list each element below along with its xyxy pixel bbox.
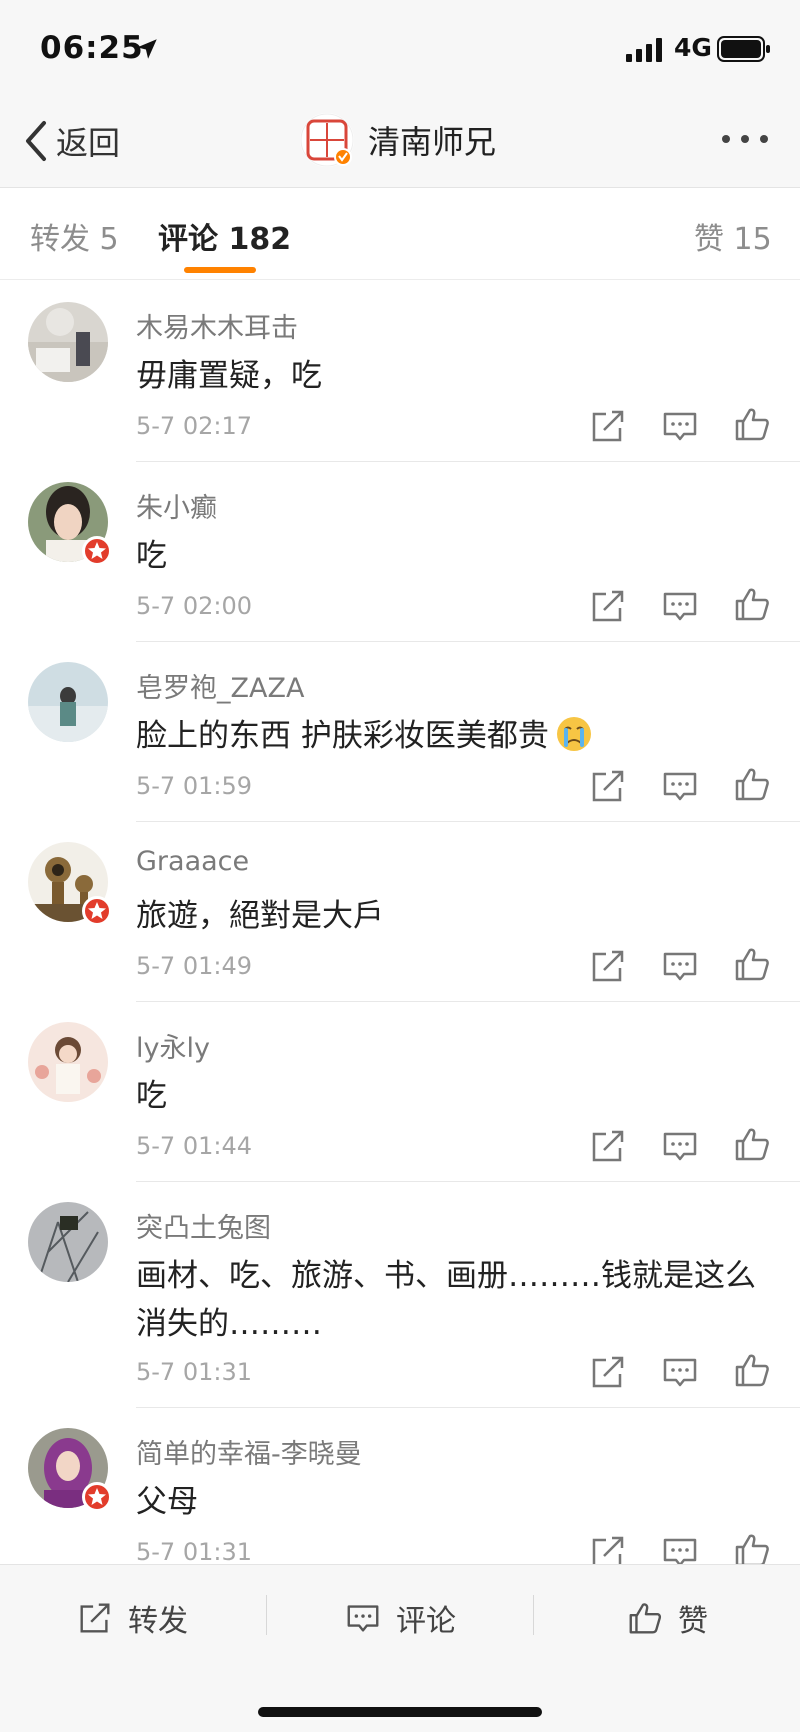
verified-badge xyxy=(82,1482,112,1512)
divider xyxy=(266,1595,267,1635)
avatar[interactable] xyxy=(28,482,112,566)
avatar[interactable] xyxy=(28,1202,108,1282)
comment-icon[interactable] xyxy=(660,946,700,986)
location-arrow-icon xyxy=(137,39,157,59)
comment-text: 脸上的东西 护肤彩妆医美都贵 xyxy=(136,712,776,760)
comment-item: Graaace 旅遊，絕對是大戶 5-7 01:49 xyxy=(0,822,800,1002)
verified-badge xyxy=(82,536,112,566)
status-time: 06:25 xyxy=(40,30,144,66)
comment-text: 吃 xyxy=(136,1078,167,1114)
bottom-repost-label: 转发 xyxy=(128,1604,188,1639)
like-icon[interactable] xyxy=(732,1350,772,1390)
comment-text: 毋庸置疑，吃 xyxy=(136,358,322,394)
avatar[interactable] xyxy=(28,842,112,926)
page-title: 清南师兄 xyxy=(368,123,497,161)
battery-icon xyxy=(717,36,770,62)
comment-author[interactable]: 木易木木耳击 xyxy=(136,306,298,345)
comment-time: 5-7 02:00 xyxy=(136,592,252,620)
bottom-comment-label: 评论 xyxy=(396,1604,456,1639)
like-icon[interactable] xyxy=(732,1124,772,1164)
like-icon xyxy=(629,1603,662,1634)
comment-author[interactable]: 简单的幸福-李晓曼 xyxy=(136,1432,362,1471)
comment-time: 5-7 01:31 xyxy=(136,1358,252,1386)
tab-bar: 转发 5 评论 182 赞 15 xyxy=(0,188,800,280)
signal-icon xyxy=(626,38,662,62)
tab-likes[interactable]: 赞 15 xyxy=(694,214,772,258)
comment-author[interactable]: Graaace xyxy=(136,846,249,877)
bottom-comment-button[interactable]: 评论 xyxy=(344,1593,456,1643)
comment-text: 父母 xyxy=(136,1484,198,1520)
repost-icon[interactable] xyxy=(588,1352,628,1392)
repost-icon[interactable] xyxy=(588,946,628,986)
tab-comments[interactable]: 评论 182 xyxy=(158,214,291,258)
comment-icon[interactable] xyxy=(660,1126,700,1166)
comment-author[interactable]: 突凸土兔图 xyxy=(136,1206,271,1245)
avatar[interactable] xyxy=(28,1022,108,1102)
comment-item: 皂罗袍_ZAZA 脸上的东西 护肤彩妆医美都贵 5-7 01:59 xyxy=(0,642,800,822)
chevron-left-icon xyxy=(26,121,46,161)
tab-active-indicator xyxy=(184,267,256,273)
repost-icon xyxy=(80,1603,110,1633)
nav-bar: 返回 清南师兄 xyxy=(0,96,800,188)
top-area: 06:25 4G 返回 清南师兄 xyxy=(0,0,800,188)
bottom-repost-button[interactable]: 转发 xyxy=(76,1593,188,1643)
bottom-like-button[interactable]: 赞 xyxy=(626,1593,708,1643)
like-icon[interactable] xyxy=(732,404,772,444)
comment-item: 突凸土兔图 画材、吃、旅游、书、画册………钱就是这么消失的……… 5-7 01:… xyxy=(0,1182,800,1408)
comment-author[interactable]: 皂罗袍_ZAZA xyxy=(136,666,304,705)
crying-emoji-icon xyxy=(556,717,591,751)
divider xyxy=(533,1595,534,1635)
network-label: 4G xyxy=(674,33,712,62)
back-button[interactable]: 返回 xyxy=(22,118,120,164)
comment-item: 木易木木耳击 毋庸置疑，吃 5-7 02:17 xyxy=(0,282,800,462)
verified-badge xyxy=(82,896,112,926)
avatar[interactable] xyxy=(28,662,108,742)
like-icon[interactable] xyxy=(732,944,772,984)
comment-icon[interactable] xyxy=(660,406,700,446)
comment-item: 简单的幸福-李晓曼 父母 5-7 01:31 xyxy=(0,1408,800,1588)
like-icon[interactable] xyxy=(732,764,772,804)
like-icon[interactable] xyxy=(732,584,772,624)
more-icon[interactable] xyxy=(718,124,772,154)
comment-text: 旅遊，絕對是大戶 xyxy=(136,898,384,934)
comment-icon xyxy=(347,1605,379,1632)
comment-text: 吃 xyxy=(136,538,167,574)
comment-item: ly永ly 吃 5-7 01:44 xyxy=(0,1002,800,1182)
repost-icon[interactable] xyxy=(588,406,628,446)
comment-icon[interactable] xyxy=(660,766,700,806)
comment-item: 朱小癫 吃 5-7 02:00 xyxy=(0,462,800,642)
home-indicator[interactable] xyxy=(258,1707,542,1717)
bottom-action-bar: 转发 评论 赞 xyxy=(0,1564,800,1732)
bottom-like-label: 赞 xyxy=(678,1604,708,1639)
comment-author[interactable]: 朱小癫 xyxy=(136,486,217,525)
seal-logo-icon xyxy=(300,113,354,167)
back-label: 返回 xyxy=(56,124,121,162)
comment-time: 5-7 02:17 xyxy=(136,412,252,440)
repost-icon[interactable] xyxy=(588,766,628,806)
status-bar: 06:25 4G xyxy=(0,0,800,96)
profile-avatar xyxy=(300,113,354,167)
repost-icon[interactable] xyxy=(588,586,628,626)
avatar[interactable] xyxy=(28,1428,112,1512)
comment-time: 5-7 01:44 xyxy=(136,1132,252,1160)
profile-title[interactable]: 清南师兄 xyxy=(300,110,496,170)
comment-icon[interactable] xyxy=(660,1352,700,1392)
comment-time: 5-7 01:31 xyxy=(136,1538,252,1566)
comment-time: 5-7 01:59 xyxy=(136,772,252,800)
tab-repost[interactable]: 转发 5 xyxy=(30,214,119,258)
comment-time: 5-7 01:49 xyxy=(136,952,252,980)
comment-text: 画材、吃、旅游、书、画册………钱就是这么消失的……… xyxy=(136,1258,756,1342)
repost-icon[interactable] xyxy=(588,1126,628,1166)
comment-icon[interactable] xyxy=(660,586,700,626)
comment-author[interactable]: ly永ly xyxy=(136,1026,210,1065)
avatar[interactable] xyxy=(28,302,108,382)
